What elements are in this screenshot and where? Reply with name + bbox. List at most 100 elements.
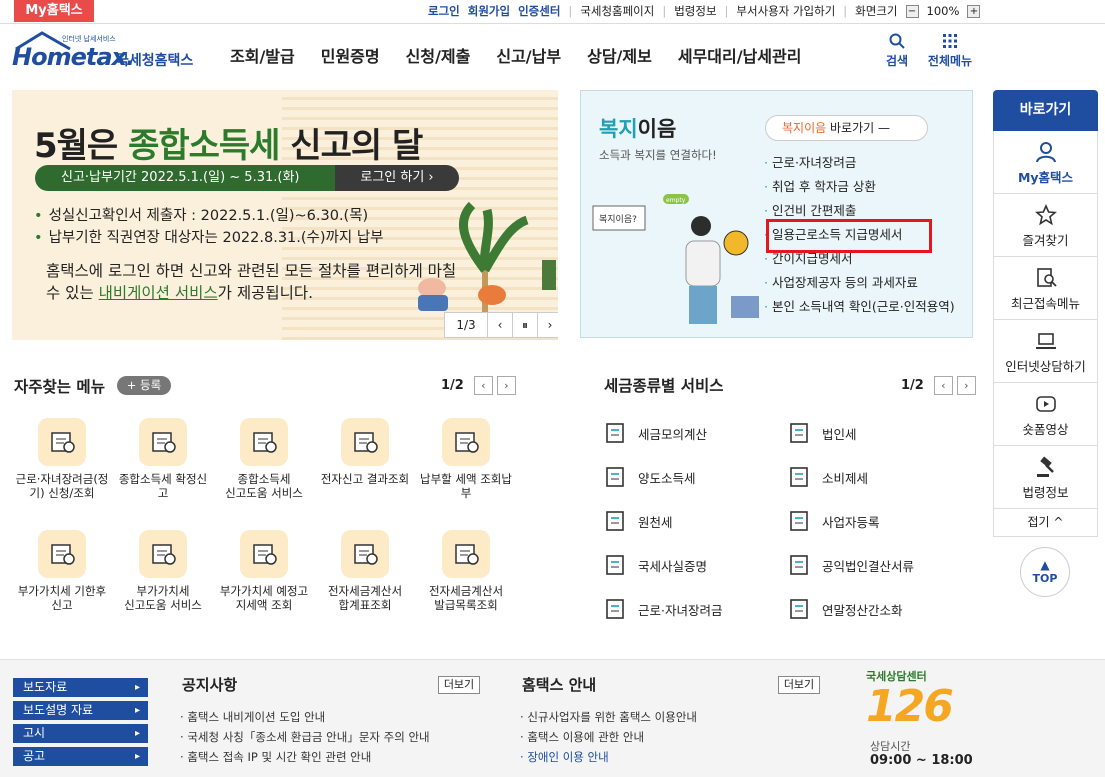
prev-button[interactable]: ‹ [933,376,953,395]
main-banner[interactable]: 5월은 종합소득세 신고의 달 신고·납부기간 2022.5.1.(일) ~ 5… [12,90,558,340]
recent-search-icon [1036,268,1057,287]
quick-shortform[interactable]: 숏폼영상 [993,383,1098,446]
gnb-item[interactable]: 신청/제출 [406,43,471,67]
notice-more-button[interactable]: 더보기 [438,676,480,694]
tax-service-icon [606,555,624,575]
quick-favorites[interactable]: 즐겨찾기 [993,194,1098,257]
banner-next-button[interactable]: › [537,313,558,337]
login-link[interactable]: 로그인 [428,3,460,19]
scroll-top-button[interactable]: ▲ TOP [1020,547,1070,597]
screen-size-label: 화면크기 [855,4,898,18]
guide-item[interactable]: 장애인 이용 안내 [520,747,697,767]
document-icon [240,418,288,466]
frequent-menu-item[interactable]: 종합소득세 신고도움 서비스 [216,418,312,500]
join-link[interactable]: 회원가입 [468,3,510,19]
frequent-menu-label: 전자신고 결과조회 [320,472,410,486]
call-center-number: 126 [866,681,954,732]
illustration-sign-text: 복지이음? [599,214,637,225]
law-info-link[interactable]: 법령정보 [674,3,716,19]
gnb-item[interactable]: 조회/발급 [230,43,295,67]
frequent-menu-item[interactable]: 전자세금계산서 합계표조회 [317,530,413,612]
quick-label: 최근접속메뉴 [1010,296,1080,311]
tax-service-item[interactable]: 공익법인결산서류 [788,553,914,577]
next-button[interactable]: › [956,376,976,395]
gnb-item[interactable]: 상담/제보 [587,43,652,67]
grid-menu-icon [943,34,957,48]
welfare-item[interactable]: 사업장제공자 등의 과세자료 [764,271,955,295]
notice-item[interactable]: 국세청 사칭「종소세 환급금 안내」문자 주의 안내 [180,727,429,747]
notice-item[interactable]: 홈택스 접속 IP 및 시간 확인 관련 안내 [180,747,430,767]
tax-service-item[interactable]: 소비제세 [788,465,868,489]
all-menu-button[interactable]: 전체메뉴 [922,33,978,69]
tax-service-item[interactable]: 국세사실증명 [604,553,707,577]
frequent-pager: 1/2 ‹ › [441,376,516,395]
gavel-icon [1036,456,1054,477]
gnb-item[interactable]: 세무대리/납세관리 [678,43,802,67]
frequent-menu-item[interactable]: 납부할 세액 조회납 부 [418,418,514,500]
hometax-logo[interactable]: 인터넷 납세서비스 Hometax. 국세청홈택스 [12,31,222,75]
tax-service-item[interactable]: 법인세 [788,421,857,445]
gnb-item[interactable]: 신고/납부 [496,43,561,67]
all-menu-label: 전체메뉴 [927,54,973,68]
guide-item[interactable]: 신규사업자를 위한 홈택스 이용안내 [520,707,697,727]
next-button[interactable]: › [496,376,516,395]
notice-item[interactable]: 홈택스 내비게이션 도입 안내 [180,707,430,727]
frequent-menu-label: 전자세금계산서 [428,584,504,598]
myhometax-tab[interactable]: My홈택스 [14,0,94,22]
frequent-menu-item[interactable]: 부가가치세 기한후 신고 [14,530,110,612]
banner-bullets: 성실신고확인서 제출자 : 2022.5.1.(일)~6.30.(목) 납부기한… [34,205,384,249]
guide-more-button[interactable]: 더보기 [778,676,820,694]
star-icon [1034,204,1057,226]
frequent-menu-item[interactable]: 전자신고 결과조회 [317,418,413,486]
add-frequent-button[interactable]: + 등록 [117,376,171,395]
tax-service-label: 원천세 [638,514,673,530]
welfare-shortcut-button[interactable]: 복지이음 바로가기 — [765,115,928,141]
navigation-service-link[interactable]: 내비게이션 서비스 [99,284,218,302]
welfare-panel: 복지이음 소득과 복지를 연결하다! 복지이음 바로가기 — 복지이음? emp… [580,90,973,338]
frequent-menu-item[interactable]: 부가가치세 신고도움 서비스 [115,530,211,612]
banner-period: 신고·납부기간 2022.5.1.(일) ~ 5.31.(화) [35,165,335,191]
frequent-menu-item[interactable]: 부가가치세 예정고 지세액 조회 [216,530,312,612]
tax-service-item[interactable]: 근로·자녀장려금 [604,597,722,621]
zoom-out-button[interactable]: − [905,4,919,18]
welfare-item[interactable]: 본인 소득내역 확인(근로·인적용역) [764,295,955,319]
tax-service-item[interactable]: 연말정산간소화 [788,597,903,621]
notice-public-button[interactable]: 고시 [13,724,148,743]
banner-prev-button[interactable]: ‹ [487,313,512,337]
press-explain-button[interactable]: 보도설명 자료 [13,701,148,720]
frequent-menu-item[interactable]: 근로·자녀장려금(정 기) 신청/조회 [14,418,110,500]
quick-consult[interactable]: 인터넷상담하기 [993,320,1098,383]
banner-bullet: 성실신고확인서 제출자 : 2022.5.1.(일)~6.30.(목) [34,205,384,227]
announce-button[interactable]: 공고 [13,747,148,766]
guide-item[interactable]: 홈택스 이용에 관한 안내 [520,727,697,747]
document-icon [240,530,288,578]
banner-pause-button[interactable]: ⏸ [512,313,537,337]
search-button[interactable]: 검색 [880,33,914,69]
cert-center-link[interactable]: 인증센터 [518,3,560,19]
tax-service-item[interactable]: 원천세 [604,509,673,533]
quick-fold-button[interactable]: 접기 ^ [993,509,1098,537]
gnb-item[interactable]: 민원증명 [321,43,380,67]
tax-service-item[interactable]: 세금모의계산 [604,421,707,445]
zoom-in-button[interactable]: + [967,4,981,18]
nts-home-link[interactable]: 국세청홈페이지 [580,3,654,19]
welfare-item[interactable]: 취업 후 학자금 상환 [764,175,955,199]
dept-user-join-link[interactable]: 부서사용자 가입하기 [736,3,835,19]
quick-law[interactable]: 법령정보 [993,446,1098,509]
guide-list: 신규사업자를 위한 홈택스 이용안내 홈택스 이용에 관한 안내 장애인 이용 … [520,707,697,767]
tax-service-icon [790,599,808,619]
frequent-menu-item[interactable]: 종합소득세 확정신 고 [115,418,211,500]
quick-recent[interactable]: 최근접속메뉴 [993,257,1098,320]
divider: | [568,4,573,18]
tax-service-item[interactable]: 양도소득세 [604,465,696,489]
banner-login-button[interactable]: 로그인 하기 › [335,165,459,191]
frequent-menu-label: 종합소득세 [237,472,291,486]
document-icon [442,530,490,578]
frequent-menu-item[interactable]: 전자세금계산서 발급목록조회 [418,530,514,612]
banner-description: 홈택스에 로그인 하면 신고와 관련된 모든 절차를 편리하게 마칠 수 있는 … [46,262,457,302]
prev-button[interactable]: ‹ [473,376,493,395]
press-release-button[interactable]: 보도자료 [13,678,148,697]
quick-myhometax[interactable]: My홈택스 [993,131,1098,194]
welfare-item[interactable]: 근로·자녀장려금 [764,151,955,175]
tax-service-item[interactable]: 사업자등록 [788,509,880,533]
